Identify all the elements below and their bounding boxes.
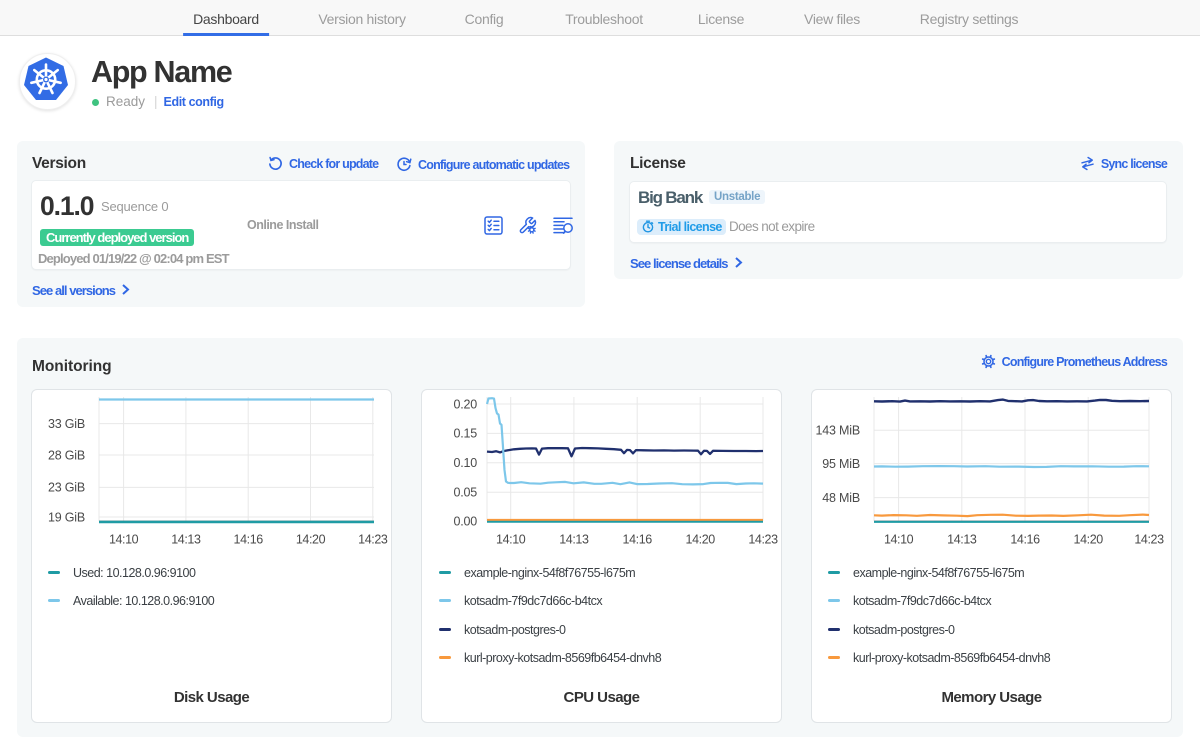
svg-text:14:20: 14:20 (1074, 533, 1104, 547)
svg-text:143 MiB: 143 MiB (816, 424, 860, 438)
svg-text:0.10: 0.10 (453, 456, 477, 470)
svg-text:48 MiB: 48 MiB (822, 491, 860, 505)
svg-text:0.20: 0.20 (453, 397, 477, 411)
svg-text:14:10: 14:10 (884, 533, 914, 547)
svg-text:28 GiB: 28 GiB (48, 448, 85, 462)
svg-text:14:13: 14:13 (559, 533, 589, 547)
svg-text:14:10: 14:10 (496, 533, 526, 547)
svg-text:14:13: 14:13 (171, 533, 201, 547)
svg-text:23 GiB: 23 GiB (48, 481, 85, 495)
svg-text:14:23: 14:23 (358, 533, 388, 547)
svg-text:0.15: 0.15 (453, 427, 477, 441)
svg-text:14:16: 14:16 (623, 533, 653, 547)
svg-text:14:16: 14:16 (234, 533, 264, 547)
svg-text:14:16: 14:16 (1010, 533, 1040, 547)
svg-text:0.00: 0.00 (453, 514, 477, 528)
svg-text:14:20: 14:20 (686, 533, 716, 547)
svg-text:14:10: 14:10 (109, 533, 139, 547)
svg-text:14:23: 14:23 (748, 533, 778, 547)
svg-text:14:23: 14:23 (1134, 533, 1164, 547)
svg-text:14:20: 14:20 (296, 533, 326, 547)
svg-text:95 MiB: 95 MiB (822, 457, 860, 471)
svg-text:19 GiB: 19 GiB (48, 510, 85, 524)
svg-text:0.05: 0.05 (453, 486, 477, 500)
svg-text:33 GiB: 33 GiB (48, 417, 85, 431)
svg-text:14:13: 14:13 (947, 533, 977, 547)
